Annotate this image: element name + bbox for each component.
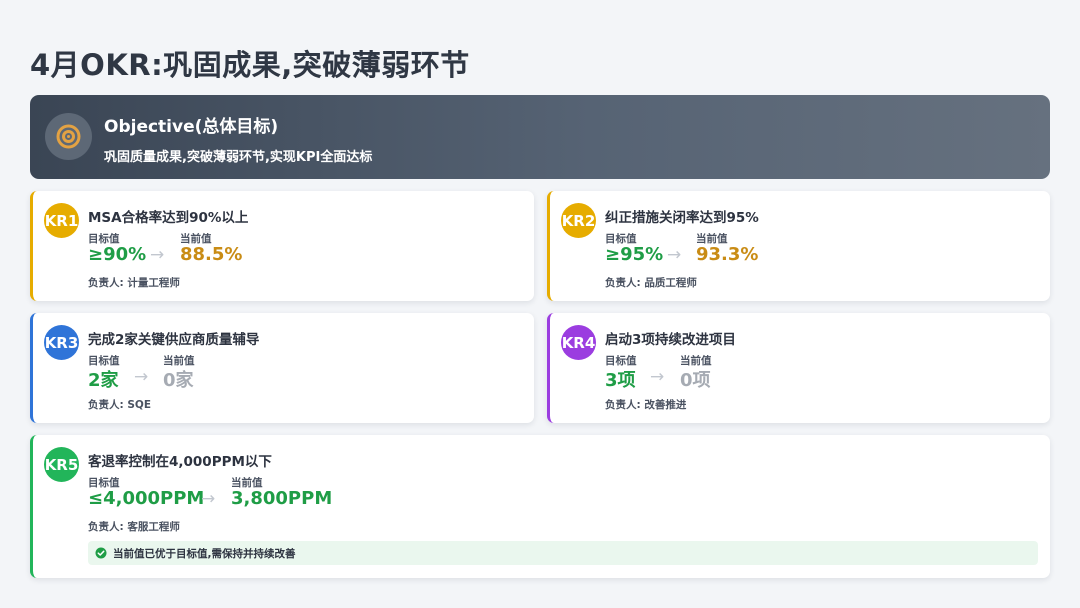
status-note-text: 当前值已优于目标值,需保持并持续改善 xyxy=(113,548,296,560)
owner: 负责人: 品质工程师 xyxy=(605,277,697,289)
target-value: ≥95% xyxy=(605,244,664,265)
arrow-right-icon: → xyxy=(150,245,165,265)
target-value: 2家 xyxy=(88,370,119,391)
kr-card-4: KR4 启动3项持续改进项目 目标值 3项 → 当前值 0项 负责人: 改善推进 xyxy=(547,313,1050,423)
check-circle-icon xyxy=(95,547,107,559)
kr-badge: KR4 xyxy=(561,325,596,360)
kr-badge: KR5 xyxy=(44,447,79,482)
kr-title: 纠正措施关闭率达到95% xyxy=(605,210,759,226)
kr-card-2: KR2 纠正措施关闭率达到95% 目标值 ≥95% → 当前值 93.3% 负责… xyxy=(547,191,1050,301)
arrow-right-icon: → xyxy=(650,367,665,387)
owner: 负责人: 改善推进 xyxy=(605,399,687,411)
target-value: ≥90% xyxy=(88,244,147,265)
target-value: ≤4,000PPM xyxy=(88,488,205,509)
target-value: 3项 xyxy=(605,370,636,391)
target-icon xyxy=(45,113,92,160)
kr-title: 客退率控制在4,000PPM以下 xyxy=(88,454,272,470)
arrow-right-icon: → xyxy=(134,367,149,387)
current-value: 0项 xyxy=(680,370,711,391)
arrow-right-icon: → xyxy=(201,489,216,509)
kr-title: MSA合格率达到90%以上 xyxy=(88,210,249,226)
arrow-right-icon: → xyxy=(667,245,682,265)
current-value: 3,800PPM xyxy=(231,488,333,509)
page-title: 4月OKR:巩固成果,突破薄弱环节 xyxy=(30,48,470,82)
kr-title: 启动3项持续改进项目 xyxy=(605,332,736,348)
kr-title: 完成2家关键供应商质量辅导 xyxy=(88,332,260,348)
current-value: 93.3% xyxy=(696,244,759,265)
kr-badge: KR3 xyxy=(44,325,79,360)
kr-card-5: KR5 客退率控制在4,000PPM以下 目标值 ≤4,000PPM → 当前值… xyxy=(30,435,1050,578)
owner: 负责人: 客服工程师 xyxy=(88,521,180,533)
current-value: 88.5% xyxy=(180,244,243,265)
kr-badge: KR2 xyxy=(561,203,596,238)
status-note: 当前值已优于目标值,需保持并持续改善 xyxy=(88,541,1038,565)
kr-card-1: KR1 MSA合格率达到90%以上 目标值 ≥90% → 当前值 88.5% 负… xyxy=(30,191,534,301)
owner: 负责人: 计量工程师 xyxy=(88,277,180,289)
kr-badge: KR1 xyxy=(44,203,79,238)
objective-text: 巩固质量成果,突破薄弱环节,实现KPI全面达标 xyxy=(104,150,373,165)
objective-heading: Objective(总体目标) xyxy=(104,117,279,137)
kr-card-3: KR3 完成2家关键供应商质量辅导 目标值 2家 → 当前值 0家 负责人: S… xyxy=(30,313,534,423)
owner: 负责人: SQE xyxy=(88,399,152,411)
objective-banner: Objective(总体目标) 巩固质量成果,突破薄弱环节,实现KPI全面达标 xyxy=(30,95,1050,179)
current-value: 0家 xyxy=(163,370,194,391)
